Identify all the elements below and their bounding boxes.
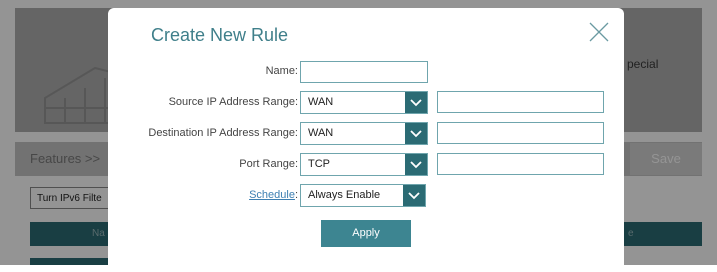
chevron-down-icon [403, 185, 425, 206]
chevron-down-icon [405, 92, 427, 113]
port-protocol-select-value: TCP [308, 158, 330, 170]
schedule-colon: : [294, 189, 298, 201]
close-icon[interactable] [588, 21, 610, 43]
create-rule-dialog: Create New Rule Name: Source IP Address … [108, 8, 624, 272]
port-range-label: Port Range: [239, 158, 298, 170]
schedule-link[interactable]: Schedule [249, 189, 295, 201]
source-ip-range-input[interactable] [437, 91, 604, 113]
destination-ip-label: Destination IP Address Range: [148, 127, 298, 139]
chevron-down-icon [405, 123, 427, 144]
source-ip-select-value: WAN [308, 96, 334, 108]
schedule-select[interactable]: Always Enable [300, 184, 426, 207]
port-range-input[interactable] [437, 153, 604, 175]
name-label: Name: [265, 65, 298, 77]
chevron-down-icon [405, 154, 427, 175]
destination-ip-range-input[interactable] [437, 122, 604, 144]
name-input[interactable] [300, 61, 428, 83]
dialog-title: Create New Rule [151, 25, 289, 45]
schedule-label: Schedule: [48, 189, 298, 201]
apply-button[interactable]: Apply [321, 220, 411, 247]
schedule-select-value: Always Enable [308, 189, 381, 201]
destination-ip-select-value: WAN [308, 127, 334, 139]
source-ip-label: Source IP Address Range: [168, 96, 298, 108]
destination-ip-select[interactable]: WAN [300, 122, 428, 145]
source-ip-select[interactable]: WAN [300, 91, 428, 114]
port-protocol-select[interactable]: TCP [300, 153, 428, 176]
